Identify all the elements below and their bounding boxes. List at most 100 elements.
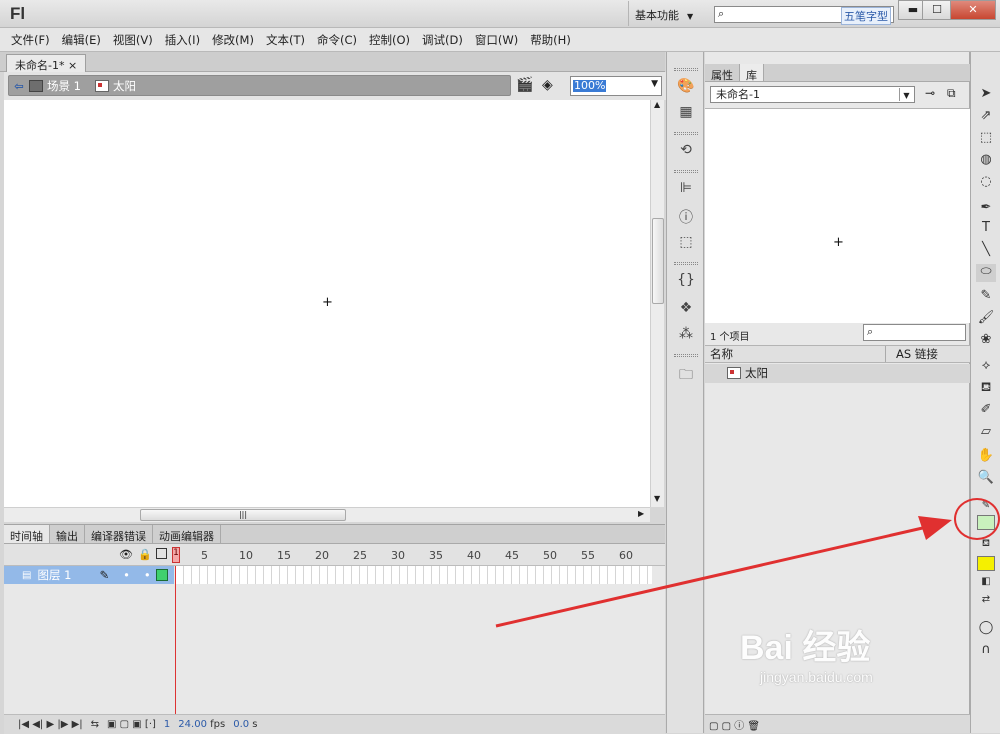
maximize-button[interactable]: ☐ — [922, 0, 952, 20]
outline-icon[interactable] — [156, 548, 167, 559]
playhead[interactable]: 1 — [172, 547, 180, 563]
column-as-linkage[interactable]: AS 链接 — [885, 346, 938, 362]
deco-tool-icon[interactable]: ❀ — [976, 332, 996, 350]
layer-row[interactable]: ▤ 图层 1 ✎ • • — [4, 566, 174, 584]
menu-window[interactable]: 窗口(W) — [469, 32, 524, 48]
3d-rotation-tool-icon[interactable]: ◍ — [976, 152, 996, 170]
workspace-switcher[interactable]: 基本功能 ▼ — [628, 1, 702, 26]
panel-grip[interactable] — [674, 132, 698, 135]
library-footer-buttons[interactable]: ▢ ▢ ⓘ 🗑 — [709, 717, 760, 732]
stage-canvas[interactable]: + — [4, 100, 650, 507]
hand-tool-icon[interactable]: ✋ — [976, 448, 996, 466]
panel-grip[interactable] — [674, 354, 698, 357]
library-item[interactable]: 太阳 — [705, 364, 970, 383]
visible-dot-icon[interactable]: • — [123, 568, 130, 582]
playback-controls[interactable]: |◀ ◀| ▶ |▶ ▶| — [18, 719, 83, 730]
motion-presets-icon[interactable]: ⁂ — [676, 326, 696, 344]
brush-tool-icon[interactable]: 🖌 — [976, 310, 996, 328]
frame-rate[interactable]: 24.00 — [178, 719, 207, 730]
tab-library[interactable]: 库 — [740, 64, 764, 82]
zoom-tool-icon[interactable]: 🔍 — [976, 470, 996, 488]
eye-icon[interactable]: 👁 — [119, 548, 133, 561]
menu-file[interactable]: 文件(F) — [5, 32, 56, 48]
scroll-up-icon[interactable]: ▲ — [654, 100, 660, 109]
pin-icon[interactable]: ⊸ — [925, 86, 935, 100]
breadcrumb-symbol[interactable]: 太阳 — [113, 78, 136, 94]
column-name[interactable]: 名称 — [710, 347, 733, 361]
zoom-select[interactable]: 100% ▼ — [570, 76, 662, 96]
menu-commands[interactable]: 命令(C) — [311, 32, 363, 48]
panel-grip[interactable] — [674, 68, 698, 71]
loop-icon[interactable]: ⇆ — [91, 719, 99, 730]
stage-vertical-scrollbar[interactable]: ▲ ▼ — [650, 100, 664, 507]
code-snippets-icon[interactable]: {} — [676, 272, 696, 290]
stage-horizontal-scrollbar[interactable]: ||| ▶ — [4, 507, 650, 522]
components-icon[interactable]: ❖ — [676, 300, 696, 318]
fill-color-swatch[interactable] — [977, 556, 995, 571]
swap-colors-icon[interactable]: ⇄ — [976, 594, 996, 612]
pencil-tool-icon[interactable]: ✎ — [976, 288, 996, 306]
menu-control[interactable]: 控制(O) — [363, 32, 416, 48]
tab-compiler-errors[interactable]: 编译器错误 — [85, 525, 153, 543]
color-panel-icon[interactable]: 🎨 — [676, 78, 696, 96]
line-tool-icon[interactable]: ╲ — [976, 242, 996, 260]
layer-color-swatch[interactable] — [156, 569, 168, 581]
library-document-select[interactable]: 未命名-1 ▼ — [710, 86, 915, 103]
tab-timeline[interactable]: 时间轴 — [4, 525, 50, 543]
transform-panel-icon[interactable]: ⬚ — [676, 234, 696, 252]
menu-insert[interactable]: 插入(I) — [159, 32, 206, 48]
panel-grip[interactable] — [674, 170, 698, 173]
lasso-tool-icon[interactable]: ◌ — [976, 174, 996, 192]
menu-modify[interactable]: 修改(M) — [206, 32, 260, 48]
menu-debug[interactable]: 调试(D) — [416, 32, 469, 48]
align-panel-icon[interactable]: ⊫ — [676, 180, 696, 198]
menu-help[interactable]: 帮助(H) — [524, 32, 577, 48]
free-transform-tool-icon[interactable]: ⬚ — [976, 130, 996, 148]
oval-tool-icon[interactable]: ⬭ — [976, 264, 996, 282]
edit-scene-icon[interactable]: 🎬 — [516, 77, 533, 93]
breadcrumb: ⇦ 场景 1 太阳 — [8, 75, 511, 96]
vertical-scroll-thumb[interactable] — [652, 218, 664, 304]
scroll-right-icon[interactable]: ▶ — [638, 509, 644, 518]
subselection-tool-icon[interactable]: ⇗ — [976, 108, 996, 126]
help-search-input[interactable]: ⌕ 五笔字型 — [714, 6, 894, 25]
bone-tool-icon[interactable]: ⟡ — [976, 358, 996, 376]
eyedropper-icon[interactable]: ✐ — [976, 402, 996, 420]
library-search-input[interactable]: ⌕ — [863, 324, 966, 341]
horizontal-scroll-thumb[interactable]: ||| — [140, 509, 346, 521]
text-tool-icon[interactable]: T — [976, 220, 996, 238]
lock-dot-icon[interactable]: • — [144, 568, 151, 582]
close-button[interactable]: ✕ — [950, 0, 996, 20]
history-panel-icon[interactable]: ⟲ — [676, 142, 696, 160]
tab-motion-editor[interactable]: 动画编辑器 — [153, 525, 221, 543]
scroll-down-icon[interactable]: ▼ — [654, 494, 660, 503]
onion-skin-icon[interactable]: ▣ ▢ ▣ [·] — [107, 719, 156, 730]
info-panel-icon[interactable]: ⓘ — [676, 207, 696, 226]
new-library-panel-icon[interactable]: ⧉ — [947, 86, 956, 101]
breadcrumb-scene[interactable]: 场景 1 — [47, 78, 81, 94]
eraser-icon[interactable]: ▱ — [976, 424, 996, 442]
workspace-label: 基本功能 — [635, 9, 679, 22]
selection-tool-icon[interactable]: ➤ — [976, 86, 996, 104]
object-drawing-icon[interactable]: ◯ — [976, 620, 996, 638]
edit-symbol-icon[interactable]: ◈ — [542, 77, 553, 93]
panel-grip[interactable] — [674, 262, 698, 265]
frame-strip[interactable] — [176, 566, 652, 584]
menu-edit[interactable]: 编辑(E) — [56, 32, 107, 48]
menu-text[interactable]: 文本(T) — [260, 32, 311, 48]
snap-magnet-icon[interactable]: ∩ — [976, 642, 996, 660]
black-white-icon[interactable]: ◧ — [976, 576, 996, 594]
paint-bucket-icon[interactable]: ⛾ — [976, 380, 996, 398]
tab-output[interactable]: 输出 — [50, 525, 85, 543]
menu-view[interactable]: 视图(V) — [107, 32, 159, 48]
tab-properties[interactable]: 属性 — [705, 64, 740, 82]
swatches-panel-icon[interactable]: ▦ — [676, 104, 696, 122]
movieclip-symbol-icon — [727, 367, 741, 379]
back-arrow-icon[interactable]: ⇦ — [9, 79, 29, 93]
layer-name[interactable]: 图层 1 — [37, 567, 71, 583]
project-panel-icon[interactable]: 🗀 — [676, 364, 696, 383]
pen-tool-icon[interactable]: ✒ — [976, 200, 996, 218]
lock-icon[interactable]: 🔒 — [138, 548, 152, 561]
fill-bucket-icon: ⛾ — [981, 538, 991, 549]
document-tab[interactable]: 未命名-1* × — [6, 54, 87, 72]
